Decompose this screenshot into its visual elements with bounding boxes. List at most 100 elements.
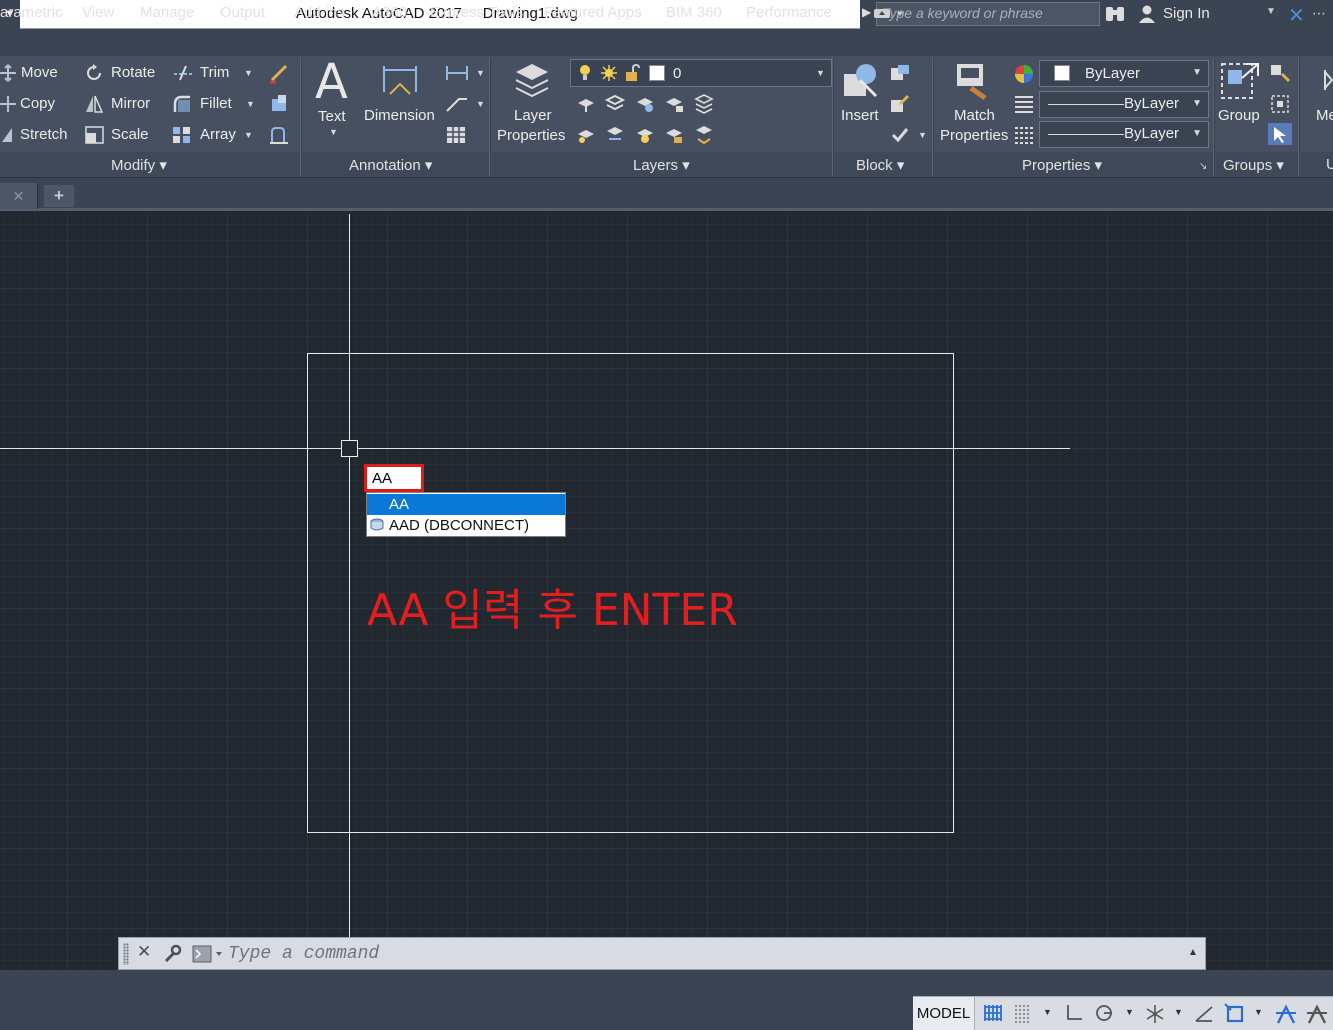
text-button[interactable]: Text: [318, 108, 346, 125]
measure-icon[interactable]: [1322, 68, 1333, 92]
groups-panel-label[interactable]: Groups ▾: [1223, 156, 1284, 174]
tab-featured-apps[interactable]: Featured Apps: [544, 4, 642, 21]
autodesk-exchange-icon[interactable]: ✕: [1288, 3, 1305, 28]
expand-arrow-icon[interactable]: ▶: [862, 5, 871, 19]
dynamic-input-field[interactable]: [367, 467, 421, 489]
tab-add-ins[interactable]: Add-ins: [294, 4, 345, 21]
array-dropdown-icon[interactable]: ▼: [244, 130, 253, 140]
edit-block-icon[interactable]: [890, 94, 910, 114]
table-icon[interactable]: [446, 126, 466, 144]
dimension-dropdown-icon[interactable]: ▼: [476, 68, 485, 78]
tab-bim-360[interactable]: BIM 360: [666, 4, 722, 21]
autocomplete-item-aad[interactable]: AAD (DBCONNECT): [367, 515, 565, 536]
ortho-icon[interactable]: [1064, 1003, 1084, 1023]
block-dropdown-icon[interactable]: ▼: [918, 130, 927, 140]
dimension-button[interactable]: Dimension: [364, 107, 435, 124]
ribbon-minimize-icon[interactable]: [873, 6, 907, 21]
autocomplete-item-aa[interactable]: AA: [367, 494, 565, 515]
trim-button[interactable]: Trim: [200, 64, 229, 81]
command-line-grip[interactable]: [123, 943, 129, 965]
leader-icon[interactable]: [445, 95, 469, 113]
search-input[interactable]: Type a keyword or phrase: [876, 2, 1100, 26]
isodraft-dropdown-icon[interactable]: ▼: [1174, 1007, 1183, 1017]
model-space-button[interactable]: MODEL: [913, 997, 975, 1030]
binoculars-icon[interactable]: [1104, 4, 1126, 24]
tab-output[interactable]: Output: [220, 4, 265, 21]
copy-button[interactable]: Copy: [20, 95, 55, 112]
trim-dropdown-icon[interactable]: ▼: [244, 68, 253, 78]
layer-properties-button[interactable]: Layer: [514, 107, 552, 124]
polar-tracking-icon[interactable]: [1094, 1003, 1116, 1023]
sign-in-button[interactable]: Sign In: [1163, 5, 1210, 22]
group-selection-icon[interactable]: [1268, 123, 1292, 145]
polar-dropdown-icon[interactable]: ▼: [1125, 1007, 1134, 1017]
close-command-line-icon[interactable]: ✕: [137, 942, 151, 962]
group-edit-icon[interactable]: [1270, 94, 1290, 114]
layer-properties-button-line2[interactable]: Properties: [497, 127, 565, 144]
fillet-dropdown-icon[interactable]: ▼: [246, 99, 255, 109]
dynamic-input-box[interactable]: [364, 464, 424, 492]
scale-button[interactable]: Scale: [111, 126, 149, 143]
tab-parametric[interactable]: arametric: [0, 4, 63, 21]
command-input[interactable]: [228, 940, 1178, 968]
stretch-button[interactable]: Stretch: [20, 126, 68, 143]
object-snap-dropdown-icon[interactable]: ▼: [1254, 1007, 1263, 1017]
layer-merge-icon[interactable]: [694, 125, 714, 145]
lineweight-icon[interactable]: [1014, 94, 1034, 114]
object-snap-tracking-icon[interactable]: [1194, 1003, 1214, 1023]
tab-view[interactable]: View: [82, 4, 114, 21]
match-properties-button-line2[interactable]: Properties: [940, 127, 1008, 144]
snap-dropdown-icon[interactable]: ▼: [1043, 1007, 1052, 1017]
tab-a360[interactable]: A360: [372, 4, 407, 21]
annotation-panel-label[interactable]: Annotation ▾: [349, 156, 432, 174]
linear-dimension-icon[interactable]: [445, 64, 469, 82]
layer-lock-icon[interactable]: [664, 94, 684, 114]
layer-isolate-icon[interactable]: [576, 95, 596, 113]
more-icon[interactable]: ⋯: [1312, 5, 1326, 22]
command-prompt-icon[interactable]: [192, 945, 226, 963]
text-icon[interactable]: A: [315, 54, 348, 110]
properties-dialog-launcher-icon[interactable]: ↘: [1199, 161, 1207, 172]
layer-thaw-icon[interactable]: [600, 64, 618, 82]
layer-dropdown-arrow-icon[interactable]: ▼: [816, 68, 825, 78]
explode-icon[interactable]: [268, 93, 290, 115]
object-snap-icon[interactable]: [1224, 1003, 1246, 1025]
mirror-button[interactable]: Mirror: [111, 95, 150, 112]
text-dropdown-icon[interactable]: ▼: [329, 127, 338, 137]
layer-thaw-all-icon[interactable]: [635, 125, 655, 145]
layer-walk-icon[interactable]: [694, 94, 714, 114]
erase-icon[interactable]: [268, 62, 290, 84]
leader-dropdown-icon[interactable]: ▼: [476, 99, 485, 109]
snap-icon[interactable]: [1013, 1003, 1033, 1023]
color-wheel-icon[interactable]: [1014, 64, 1034, 84]
layers-panel-label[interactable]: Layers ▾: [633, 156, 690, 174]
modify-panel-label[interactable]: Modify ▾: [111, 156, 167, 174]
annotation-visibility-icon[interactable]: [1274, 1003, 1298, 1025]
rotate-button[interactable]: Rotate: [111, 64, 155, 81]
measure-button[interactable]: Me: [1316, 107, 1333, 124]
layer-unlock-all-icon[interactable]: [664, 125, 684, 145]
annotation-scale-icon[interactable]: [1305, 1003, 1329, 1025]
layer-change-icon[interactable]: [605, 125, 625, 145]
move-button[interactable]: Move: [21, 64, 58, 81]
properties-panel-label[interactable]: Properties ▾: [1022, 156, 1102, 174]
wrench-icon[interactable]: [162, 944, 182, 964]
tab-express-tools[interactable]: Express Tools: [430, 4, 523, 21]
linetype-icon[interactable]: [1014, 125, 1034, 145]
grid-icon[interactable]: [983, 1003, 1003, 1023]
layer-unlock-icon[interactable]: [624, 64, 642, 82]
offset-icon[interactable]: [268, 124, 290, 146]
close-tab-icon[interactable]: ✕: [0, 183, 38, 209]
tab-manage[interactable]: Manage: [140, 4, 194, 21]
match-properties-button[interactable]: Match: [954, 107, 995, 124]
layer-on-icon[interactable]: [578, 64, 592, 82]
chevron-down-icon[interactable]: ▼: [1266, 6, 1276, 17]
isodraft-icon[interactable]: [1144, 1003, 1166, 1025]
command-history-icon[interactable]: ▲: [1188, 947, 1198, 958]
edit-attributes-icon[interactable]: [890, 125, 910, 145]
utilities-panel-label[interactable]: U: [1326, 156, 1333, 173]
layer-previous-icon[interactable]: [576, 126, 596, 144]
ungroup-icon[interactable]: [1270, 64, 1290, 82]
new-tab-button[interactable]: +: [44, 185, 74, 207]
insert-button[interactable]: Insert: [841, 107, 879, 124]
